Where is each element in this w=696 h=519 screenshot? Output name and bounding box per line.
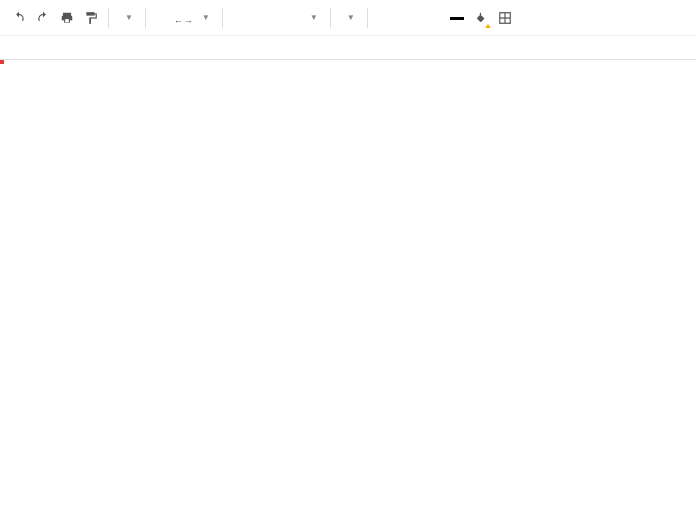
italic-button[interactable]: [398, 7, 420, 29]
borders-button[interactable]: [494, 7, 516, 29]
separator: [222, 8, 223, 28]
print-button[interactable]: [56, 7, 78, 29]
formula-bar: [0, 36, 696, 60]
formula-input[interactable]: [36, 36, 696, 59]
font-select[interactable]: ▼: [229, 7, 324, 29]
toolbar: ▼ ← → ▼ ▼ ▼: [0, 0, 696, 36]
strikethrough-button[interactable]: [422, 7, 444, 29]
separator: [330, 8, 331, 28]
highlight-box: [0, 60, 4, 64]
paint-format-button[interactable]: [80, 7, 102, 29]
separator: [367, 8, 368, 28]
bold-button[interactable]: [374, 7, 396, 29]
redo-button[interactable]: [32, 7, 54, 29]
separator: [108, 8, 109, 28]
number-format-select[interactable]: ▼: [192, 7, 216, 29]
chevron-down-icon: ▼: [310, 13, 318, 22]
text-color-button[interactable]: [446, 7, 468, 29]
undo-button[interactable]: [8, 7, 30, 29]
separator: [145, 8, 146, 28]
fill-color-button[interactable]: [470, 7, 492, 29]
chevron-down-icon: ▼: [125, 13, 133, 22]
chevron-down-icon: ▼: [347, 13, 355, 22]
font-size-select[interactable]: ▼: [337, 7, 361, 29]
zoom-select[interactable]: ▼: [115, 7, 139, 29]
chevron-down-icon: ▼: [202, 13, 210, 22]
